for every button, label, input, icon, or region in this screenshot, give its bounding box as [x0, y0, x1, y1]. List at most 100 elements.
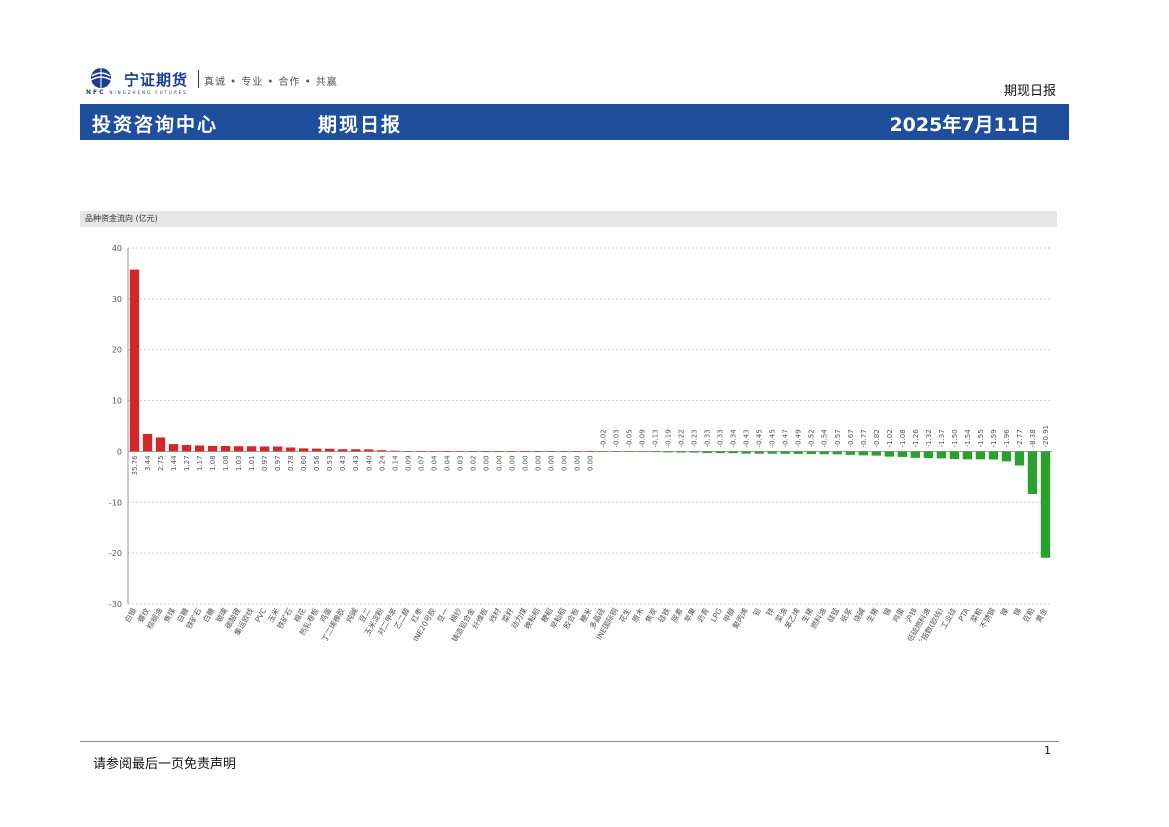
data-label: 0.97	[261, 455, 269, 471]
x-tick-label: 白糖	[200, 606, 216, 624]
bar	[611, 451, 621, 453]
data-label: 0.00	[547, 455, 555, 471]
data-label: 0.60	[300, 455, 308, 471]
data-label: -0.05	[626, 429, 634, 447]
data-label: 0.04	[430, 455, 438, 471]
data-label: -0.54	[821, 429, 829, 448]
data-label: 0.24	[378, 455, 386, 471]
data-label: 0.00	[587, 455, 595, 471]
data-label: -0.33	[704, 429, 712, 447]
bar	[272, 446, 283, 452]
x-tick-label: 焦炭	[643, 606, 659, 624]
bar-chart-svg: 403020100-10-20-3035.76白银3.44螺纹2.75棕榈油1.…	[109, 244, 1052, 641]
y-tick-label: 0	[117, 447, 122, 456]
data-label: 0.78	[287, 455, 295, 471]
data-label: 0.00	[495, 455, 503, 471]
bar	[780, 451, 790, 454]
footer-divider	[80, 741, 1059, 742]
x-tick-label: 鸡蛋	[890, 606, 906, 624]
data-label: -0.45	[769, 429, 777, 447]
data-label: 0.14	[391, 455, 399, 471]
data-label: 0.00	[573, 455, 581, 471]
bar	[832, 451, 842, 455]
x-tick-label: 纸浆	[838, 606, 854, 624]
data-label: 0.00	[521, 455, 529, 471]
data-label: -0.02	[600, 429, 608, 447]
bar	[585, 451, 595, 453]
data-label: -1.96	[1003, 429, 1011, 448]
bar	[754, 451, 764, 454]
bar	[806, 451, 816, 455]
bar	[299, 448, 309, 452]
data-label: 1.44	[170, 455, 178, 471]
bar	[142, 433, 153, 452]
bar	[168, 444, 179, 452]
data-label: 0.03	[456, 455, 464, 471]
bar	[845, 451, 855, 455]
data-label: 0.40	[365, 455, 373, 471]
data-label: 1.27	[183, 455, 191, 471]
bar	[884, 451, 895, 457]
data-label: -1.32	[925, 429, 933, 447]
bar	[897, 451, 908, 457]
bar	[1001, 451, 1012, 462]
x-tick-label: 豆粕	[1020, 606, 1036, 624]
data-label: 3.44	[144, 455, 152, 471]
bar	[1027, 451, 1038, 495]
bar	[767, 451, 777, 454]
logo-abbr: NFC	[86, 89, 106, 96]
bar	[312, 448, 322, 452]
data-label: -0.13	[652, 429, 660, 447]
data-label: -0.57	[834, 429, 842, 447]
x-tick-label: 硅锰	[825, 606, 841, 624]
x-tick-label: 原木	[630, 606, 646, 624]
bar	[988, 451, 999, 460]
data-label: -0.43	[743, 429, 751, 447]
y-tick-label: -30	[109, 600, 122, 609]
bar	[390, 450, 400, 452]
bar	[233, 446, 244, 452]
bar	[468, 451, 478, 452]
data-label: -0.22	[678, 429, 686, 447]
data-label: 0.43	[339, 455, 347, 471]
data-label: 1.17	[196, 455, 204, 471]
x-tick-label: 镍	[998, 606, 1011, 618]
bar	[181, 444, 192, 452]
x-tick-label: 生猪	[864, 606, 880, 624]
data-label: 0.56	[313, 455, 321, 471]
x-tick-label: 锌	[764, 606, 777, 618]
disclaimer-text: 请参阅最后一页免责声明	[93, 757, 237, 772]
logo-slogan: 真诚 • 专业 • 合作 • 共赢	[204, 77, 338, 88]
y-tick-label: 40	[112, 244, 122, 253]
data-label: -1.26	[912, 429, 920, 448]
data-label: -0.33	[717, 429, 725, 447]
data-label: -1.54	[964, 429, 972, 448]
bar	[728, 451, 738, 454]
company-logo: 宁证期货 NFC NINGZHENG FUTURES 真诚 • 专业 • 合作 …	[86, 66, 346, 100]
x-tick-label: 锡	[882, 606, 894, 617]
y-tick-label: -20	[109, 549, 122, 558]
bar	[962, 451, 973, 460]
data-label: -20.91	[1042, 425, 1050, 448]
y-tick-label: 20	[112, 346, 122, 355]
data-label: -1.50	[951, 429, 959, 447]
bar	[403, 450, 413, 452]
bar	[220, 445, 231, 452]
bar	[949, 451, 960, 460]
report-type-label: 期现日报	[1003, 84, 1056, 99]
bar	[325, 448, 335, 452]
x-tick-label: 线材	[486, 606, 502, 624]
bar	[481, 451, 491, 453]
data-label: -1.59	[990, 429, 998, 447]
data-label: 0.07	[417, 455, 425, 471]
bar	[676, 451, 686, 453]
data-label: -1.02	[886, 429, 894, 447]
data-label: 1.08	[222, 455, 230, 471]
bar	[858, 451, 868, 456]
bar	[494, 451, 504, 453]
data-label: -0.19	[665, 429, 673, 447]
data-label: -0.52	[808, 429, 816, 447]
bar	[871, 451, 881, 456]
bar	[507, 451, 517, 453]
bar	[416, 451, 426, 452]
